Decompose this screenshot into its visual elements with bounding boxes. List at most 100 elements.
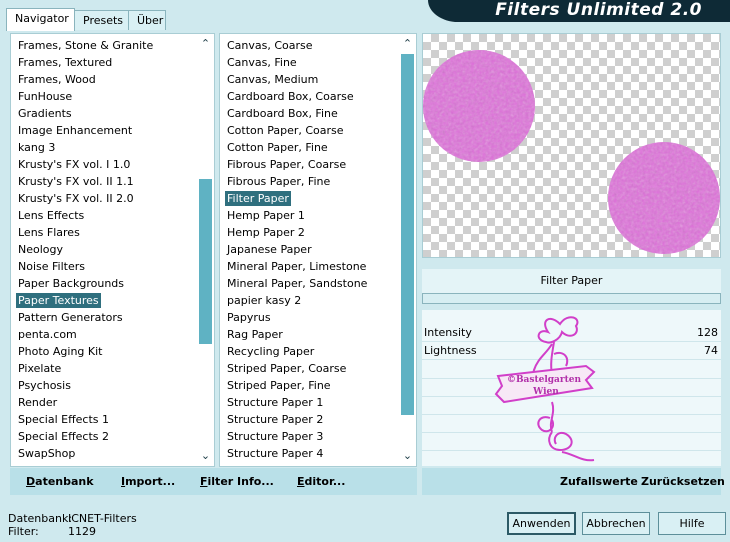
list-item[interactable]: Fibrous Paper, Coarse bbox=[220, 156, 392, 173]
scroll-up-icon[interactable]: ⌃ bbox=[197, 34, 214, 54]
list-item[interactable]: Cotton Paper, Fine bbox=[220, 139, 392, 156]
title-bar: Filters Unlimited 2.0 bbox=[428, 0, 730, 22]
apply-button[interactable]: Anwenden bbox=[507, 512, 576, 535]
param-value: 74 bbox=[704, 344, 718, 357]
list-item[interactable]: Special Effects 2 bbox=[11, 428, 190, 445]
list-item-label: SwapShop bbox=[18, 447, 76, 460]
list-item[interactable]: Cardboard Box, Coarse bbox=[220, 88, 392, 105]
list-item[interactable]: Japanese Paper bbox=[220, 241, 392, 258]
list-item[interactable]: Hemp Paper 2 bbox=[220, 224, 392, 241]
list-item[interactable]: Cardboard Box, Fine bbox=[220, 105, 392, 122]
list-item[interactable]: Mineral Paper, Limestone bbox=[220, 258, 392, 275]
list-item[interactable]: Gradients bbox=[11, 105, 190, 122]
category-scrollbar[interactable]: ⌃ ⌄ bbox=[197, 34, 214, 466]
list-item-label: Rag Paper bbox=[227, 328, 283, 341]
tab-navigator[interactable]: Navigator bbox=[6, 8, 75, 31]
filter-scrollbar[interactable]: ⌃ ⌄ bbox=[399, 34, 416, 466]
watermark-logo: ©Bastelgarten Wien bbox=[494, 316, 596, 462]
list-item-label: Papyrus bbox=[227, 311, 271, 324]
list-item[interactable]: Cotton Paper, Coarse bbox=[220, 122, 392, 139]
preview-circle-bottom bbox=[608, 142, 720, 254]
scroll-down-icon[interactable]: ⌄ bbox=[399, 446, 416, 466]
list-item[interactable]: Frames, Wood bbox=[11, 71, 190, 88]
list-item[interactable]: Pattern Generators bbox=[11, 309, 190, 326]
list-item[interactable]: Canvas, Medium bbox=[220, 71, 392, 88]
list-item-label: Striped Paper, Coarse bbox=[227, 362, 347, 375]
list-item[interactable]: Recycling Paper bbox=[220, 343, 392, 360]
help-button[interactable]: Hilfe bbox=[658, 512, 726, 535]
list-item[interactable]: Lens Flares bbox=[11, 224, 190, 241]
list-item[interactable]: Frames, Textured bbox=[11, 54, 190, 71]
scroll-thumb[interactable] bbox=[199, 179, 212, 344]
list-item[interactable]: Paper Textures bbox=[11, 292, 190, 309]
list-item[interactable]: Structure Paper 3 bbox=[220, 428, 392, 445]
list-item[interactable]: Image Enhancement bbox=[11, 122, 190, 139]
list-item[interactable]: papier kasy 2 bbox=[220, 292, 392, 309]
list-item-label: Structure Paper 1 bbox=[227, 396, 324, 409]
list-item-label: Special Effects 2 bbox=[18, 430, 110, 443]
list-item-label: Image Enhancement bbox=[18, 124, 133, 137]
list-item[interactable]: Krusty's FX vol. I 1.0 bbox=[11, 156, 190, 173]
list-item-label: Krusty's FX vol. II 1.1 bbox=[18, 175, 134, 188]
list-item[interactable]: Pixelate bbox=[11, 360, 190, 377]
tab-ueber[interactable]: Über bbox=[128, 10, 166, 30]
list-item[interactable]: Frames, Stone & Granite bbox=[11, 37, 190, 54]
scroll-up-icon[interactable]: ⌃ bbox=[399, 34, 416, 54]
list-item[interactable]: Fibrous Paper, Fine bbox=[220, 173, 392, 190]
list-item-label: Canvas, Coarse bbox=[227, 39, 313, 52]
list-item-label: Fibrous Paper, Coarse bbox=[227, 158, 347, 171]
list-item[interactable]: Filter Paper bbox=[220, 190, 392, 207]
datenbank-button[interactable]: Datenbank bbox=[26, 475, 94, 488]
list-item[interactable]: Striped Paper, Coarse bbox=[220, 360, 392, 377]
list-item[interactable]: Structure Paper 4 bbox=[220, 445, 392, 462]
list-item[interactable]: penta.com bbox=[11, 326, 190, 343]
scroll-down-icon[interactable]: ⌄ bbox=[197, 446, 214, 466]
list-item[interactable]: Lens Effects bbox=[11, 207, 190, 224]
list-item[interactable]: Mineral Paper, Sandstone bbox=[220, 275, 392, 292]
list-item-label: Hemp Paper 1 bbox=[227, 209, 305, 222]
list-item[interactable]: Render bbox=[11, 394, 190, 411]
list-item[interactable]: kang 3 bbox=[11, 139, 190, 156]
list-item[interactable]: Canvas, Coarse bbox=[220, 37, 392, 54]
list-item[interactable]: Hemp Paper 1 bbox=[220, 207, 392, 224]
list-item[interactable]: Paper Backgrounds bbox=[11, 275, 190, 292]
list-item[interactable]: Photo Aging Kit bbox=[11, 343, 190, 360]
randomize-button[interactable]: Zufallswerte bbox=[560, 475, 638, 488]
filter-list[interactable]: Canvas, Coarse Canvas, Fine Canvas, Medium… bbox=[219, 33, 417, 467]
scroll-thumb[interactable] bbox=[401, 54, 414, 415]
filter-progress-bar bbox=[422, 293, 721, 304]
list-item-label: kang 3 bbox=[18, 141, 56, 154]
editor-button[interactable]: Editor... bbox=[297, 475, 345, 488]
tab-presets[interactable]: Presets bbox=[74, 10, 129, 30]
list-item[interactable]: Structure Paper 1 bbox=[220, 394, 392, 411]
list-item[interactable]: Psychosis bbox=[11, 377, 190, 394]
filter-count-label: Filter: bbox=[8, 525, 39, 538]
list-item[interactable]: Noise Filters bbox=[11, 258, 190, 275]
category-list[interactable]: Frames, Stone & Granite Frames, Textured F… bbox=[10, 33, 215, 467]
list-item[interactable]: Neology bbox=[11, 241, 190, 258]
scroll-track[interactable] bbox=[401, 54, 414, 446]
list-item-label: Frames, Textured bbox=[18, 56, 113, 69]
list-item[interactable]: SwapShop bbox=[11, 445, 190, 462]
list-item[interactable]: Krusty's FX vol. II 1.1 bbox=[11, 173, 190, 190]
list-item[interactable]: Krusty's FX vol. II 2.0 bbox=[11, 190, 190, 207]
reset-button[interactable]: Zurücksetzen bbox=[641, 475, 725, 488]
list-item-label: papier kasy 2 bbox=[227, 294, 302, 307]
list-item-label: Fibrous Paper, Fine bbox=[227, 175, 331, 188]
list-item[interactable]: Rag Paper bbox=[220, 326, 392, 343]
list-item[interactable]: FunHouse bbox=[11, 88, 190, 105]
list-item[interactable]: Canvas, Fine bbox=[220, 54, 392, 71]
filter-info-button[interactable]: Filter Info... bbox=[200, 475, 274, 488]
param-label: Intensity bbox=[424, 326, 472, 339]
preview-canvas[interactable] bbox=[422, 33, 721, 258]
param-value: 128 bbox=[697, 326, 718, 339]
list-item-label: Hemp Paper 2 bbox=[227, 226, 305, 239]
list-item[interactable]: Striped Paper, Fine bbox=[220, 377, 392, 394]
scroll-track[interactable] bbox=[199, 54, 212, 446]
cancel-button[interactable]: Abbrechen bbox=[582, 512, 650, 535]
list-item[interactable]: Special Effects 1 bbox=[11, 411, 190, 428]
list-item[interactable]: Structure Paper 2 bbox=[220, 411, 392, 428]
import-button[interactable]: Import... bbox=[121, 475, 175, 488]
filter-count-value: 1129 bbox=[68, 525, 96, 538]
list-item[interactable]: Papyrus bbox=[220, 309, 392, 326]
